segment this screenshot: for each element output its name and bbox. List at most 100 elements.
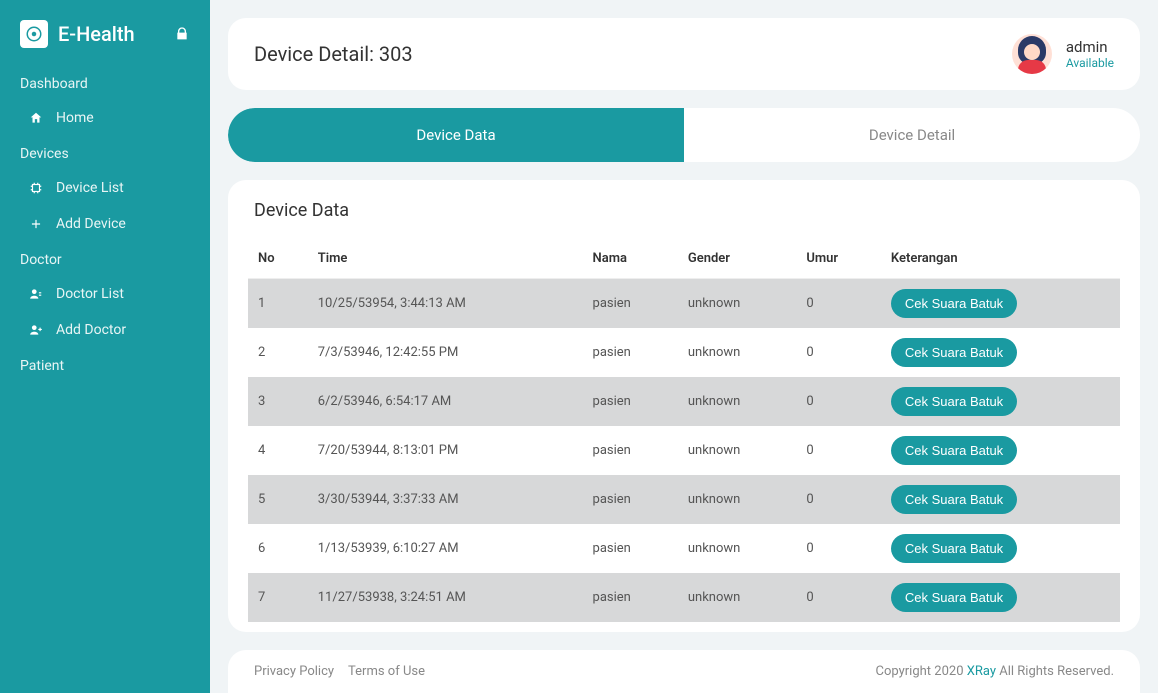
device-data-table: NoTimeNamaGenderUmurKeterangan 110/25/53…	[248, 239, 1120, 622]
cell-time: 6/2/53946, 6:54:17 AM	[308, 377, 583, 426]
cek-suara-batuk-button[interactable]: Cek Suara Batuk	[891, 485, 1017, 514]
cell-no: 7	[248, 573, 308, 622]
cell-umur: 0	[796, 426, 881, 475]
sidebar-section-label[interactable]: Doctor	[0, 242, 210, 276]
header-card: Device Detail: 303 admin Available	[228, 18, 1140, 90]
col-time: Time	[308, 239, 583, 279]
sidebar: E-Health Dashboard Home Devices Device List…	[0, 0, 210, 693]
brand-logo-icon	[20, 20, 48, 48]
footer-link-terms-of-use[interactable]: Terms of Use	[348, 664, 425, 679]
cell-no: 5	[248, 475, 308, 524]
table-row: 61/13/53939, 6:10:27 AMpasienunknown0Cek…	[248, 524, 1120, 573]
sidebar-section-label[interactable]: Dashboard	[0, 66, 210, 100]
cell-time: 7/20/53944, 8:13:01 PM	[308, 426, 583, 475]
cell-no: 2	[248, 328, 308, 377]
cell-gender: unknown	[678, 573, 796, 622]
table-row: 110/25/53954, 3:44:13 AMpasienunknown0Ce…	[248, 279, 1120, 329]
cell-nama: pasien	[583, 524, 678, 573]
cell-time: 7/3/53946, 12:42:55 PM	[308, 328, 583, 377]
sidebar-item-add-device[interactable]: Add Device	[0, 206, 210, 242]
home-icon	[28, 110, 44, 126]
avatar	[1012, 34, 1052, 74]
cell-no: 3	[248, 377, 308, 426]
cell-action: Cek Suara Batuk	[881, 279, 1120, 329]
cell-nama: pasien	[583, 426, 678, 475]
copyright-brand-link[interactable]: XRay	[967, 664, 996, 679]
cell-nama: pasien	[583, 279, 678, 329]
sidebar-item-doctor-list[interactable]: Doctor List	[0, 276, 210, 312]
table-row: 47/20/53944, 8:13:01 PMpasienunknown0Cek…	[248, 426, 1120, 475]
cell-umur: 0	[796, 328, 881, 377]
table-row: 711/27/53938, 3:24:51 AMpasienunknown0Ce…	[248, 573, 1120, 622]
table-row: 27/3/53946, 12:42:55 PMpasienunknown0 Cek…	[248, 328, 1120, 377]
lock-icon[interactable]	[174, 26, 190, 42]
tabs: Device DataDevice Detail	[228, 108, 1140, 162]
copyright: Copyright 2020 XRay All Rights Reserved.	[876, 664, 1114, 679]
cell-gender: unknown	[678, 475, 796, 524]
footer: Privacy Policy Terms of Use Copyright 202…	[228, 650, 1140, 693]
cek-suara-batuk-button[interactable]: Cek Suara Batuk	[891, 534, 1017, 563]
col-gender: Gender	[678, 239, 796, 279]
cell-time: 1/13/53939, 6:10:27 AM	[308, 524, 583, 573]
cell-time: 11/27/53938, 3:24:51 AM	[308, 573, 583, 622]
cek-suara-batuk-button[interactable]: Cek Suara Batuk	[891, 387, 1017, 416]
main: Device Detail: 303 admin Available Devic…	[210, 0, 1158, 693]
cell-action: Cek Suara Batuk	[881, 426, 1120, 475]
col-keterangan: Keterangan	[881, 239, 1120, 279]
col-nama: Nama	[583, 239, 678, 279]
user-plus-icon	[28, 322, 44, 338]
table-row: 53/30/53944, 3:37:33 AMpasienunknown0 Cek…	[248, 475, 1120, 524]
cell-umur: 0	[796, 573, 881, 622]
device-icon	[28, 180, 44, 196]
sidebar-section-label[interactable]: Devices	[0, 136, 210, 170]
cell-gender: unknown	[678, 328, 796, 377]
cell-umur: 0	[796, 475, 881, 524]
plus-icon	[28, 216, 44, 232]
sidebar-item-label: Home	[56, 110, 94, 126]
cell-time: 3/30/53944, 3:37:33 AM	[308, 475, 583, 524]
cell-action: Cek Suara Batuk	[881, 377, 1120, 426]
cell-gender: unknown	[678, 279, 796, 329]
cell-gender: unknown	[678, 426, 796, 475]
cell-nama: pasien	[583, 475, 678, 524]
page-title: Device Detail: 303	[254, 42, 413, 66]
cell-nama: pasien	[583, 377, 678, 426]
user-block[interactable]: admin Available	[1012, 34, 1114, 74]
tab-device-detail[interactable]: Device Detail	[684, 108, 1140, 162]
sidebar-item-home[interactable]: Home	[0, 100, 210, 136]
user-list-icon	[28, 286, 44, 302]
cell-umur: 0	[796, 524, 881, 573]
table-row: 36/2/53946, 6:54:17 AMpasienunknown0 Cek …	[248, 377, 1120, 426]
cek-suara-batuk-button[interactable]: Cek Suara Batuk	[891, 338, 1017, 367]
cek-suara-batuk-button[interactable]: Cek Suara Batuk	[891, 436, 1017, 465]
cell-gender: unknown	[678, 377, 796, 426]
cek-suara-batuk-button[interactable]: Cek Suara Batuk	[891, 289, 1017, 318]
cell-action: Cek Suara Batuk	[881, 573, 1120, 622]
user-name: admin	[1066, 38, 1114, 56]
card-title: Device Data	[248, 200, 1120, 221]
footer-link-privacy-policy[interactable]: Privacy Policy	[254, 664, 334, 679]
cell-umur: 0	[796, 377, 881, 426]
col-no: No	[248, 239, 308, 279]
sidebar-section-label[interactable]: Patient	[0, 348, 210, 382]
sidebar-item-add-doctor[interactable]: Add Doctor	[0, 312, 210, 348]
sidebar-item-label: Doctor List	[56, 286, 124, 302]
cell-gender: unknown	[678, 524, 796, 573]
cell-umur: 0	[796, 279, 881, 329]
copyright-suffix: All Rights Reserved.	[996, 664, 1114, 679]
sidebar-item-label: Device List	[56, 180, 124, 196]
user-status: Available	[1066, 56, 1114, 70]
brand: E-Health	[0, 20, 210, 66]
sidebar-item-label: Add Doctor	[56, 322, 126, 338]
content-card: Device Data NoTimeNamaGenderUmurKeterang…	[228, 180, 1140, 632]
cell-action: Cek Suara Batuk	[881, 475, 1120, 524]
cell-action: Cek Suara Batuk	[881, 328, 1120, 377]
cell-nama: pasien	[583, 328, 678, 377]
tab-device-data[interactable]: Device Data	[228, 108, 684, 162]
cell-time: 10/25/53954, 3:44:13 AM	[308, 279, 583, 329]
copyright-prefix: Copyright 2020	[876, 664, 967, 679]
sidebar-item-label: Add Device	[56, 216, 126, 232]
col-umur: Umur	[796, 239, 881, 279]
cek-suara-batuk-button[interactable]: Cek Suara Batuk	[891, 583, 1017, 612]
sidebar-item-device-list[interactable]: Device List	[0, 170, 210, 206]
